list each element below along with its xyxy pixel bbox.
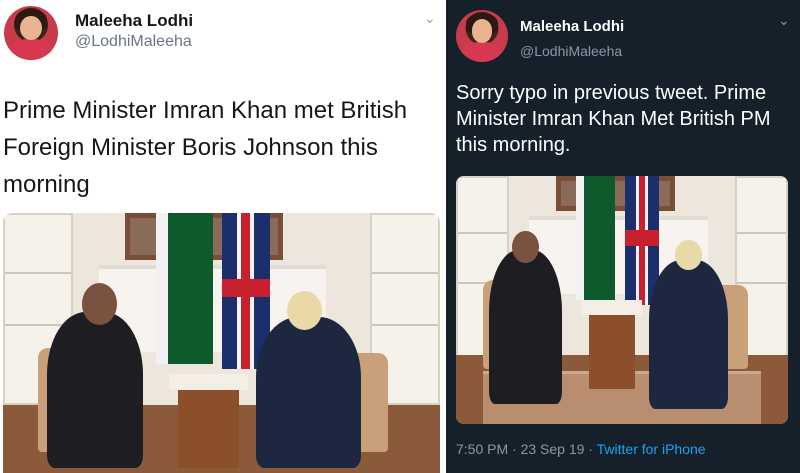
- user-handle[interactable]: @LodhiMaleeha: [520, 43, 622, 59]
- tweet-text: Prime Minister Imran Khan met British Fo…: [3, 97, 408, 198]
- avatar-body-shape: [8, 39, 54, 60]
- tweet-photo[interactable]: [3, 213, 440, 473]
- avatar-face-shape: [20, 15, 42, 41]
- person-right: [256, 317, 362, 468]
- tweet-dark: Maleeha Lodhi @LodhiMaleeha ⌄ Sorry typo…: [443, 0, 800, 473]
- shelf-line: [736, 231, 786, 234]
- shelf-line: [372, 324, 438, 327]
- avatar-face-shape: [471, 19, 493, 43]
- person-right-head: [675, 240, 702, 271]
- chevron-down-icon[interactable]: ⌄: [424, 10, 436, 27]
- tweet-text: Sorry typo in previous tweet. Prime Mini…: [456, 82, 771, 156]
- person-left-head: [512, 230, 539, 263]
- table: [177, 389, 239, 468]
- tweet-source-link[interactable]: Twitter for iPhone: [597, 441, 706, 457]
- person-left-head: [81, 283, 117, 325]
- display-name[interactable]: Maleeha Lodhi: [520, 18, 624, 35]
- table: [588, 314, 636, 390]
- pakistan-flag: [155, 213, 213, 364]
- tweet-photo[interactable]: [456, 176, 788, 424]
- shelf-line: [458, 231, 508, 234]
- person-right: [648, 260, 729, 410]
- table-top: [582, 300, 642, 315]
- shelf-line: [736, 282, 786, 285]
- user-handle[interactable]: @LodhiMaleeha: [75, 33, 192, 51]
- person-left: [489, 250, 563, 405]
- tweet-meta: 7:50 PM · 23 Sep 19 · Twitter for iPhone: [456, 441, 706, 457]
- table-top: [169, 374, 248, 390]
- pakistan-flag: [575, 176, 616, 300]
- person-left: [46, 311, 143, 468]
- chevron-down-icon[interactable]: ⌄: [778, 12, 790, 29]
- avatar[interactable]: [4, 6, 58, 60]
- avatar-body-shape: [460, 42, 504, 62]
- display-name[interactable]: Maleeha Lodhi: [75, 11, 193, 31]
- flag-band: [155, 213, 169, 364]
- avatar[interactable]: [456, 10, 508, 62]
- tweet-light: Maleeha Lodhi @LodhiMaleeha ⌄ Prime Mini…: [0, 0, 443, 473]
- flag-band: [575, 176, 585, 300]
- shelf-line: [5, 271, 71, 274]
- flag-band: [221, 278, 270, 298]
- shelf-line: [372, 271, 438, 274]
- meta-separator: ·: [512, 441, 517, 457]
- tweet-time[interactable]: 7:50 PM: [456, 441, 508, 457]
- flag-band: [625, 230, 659, 246]
- meta-separator: ·: [588, 441, 593, 457]
- person-right-head: [287, 291, 322, 330]
- tweet-date[interactable]: 23 Sep 19: [521, 441, 585, 457]
